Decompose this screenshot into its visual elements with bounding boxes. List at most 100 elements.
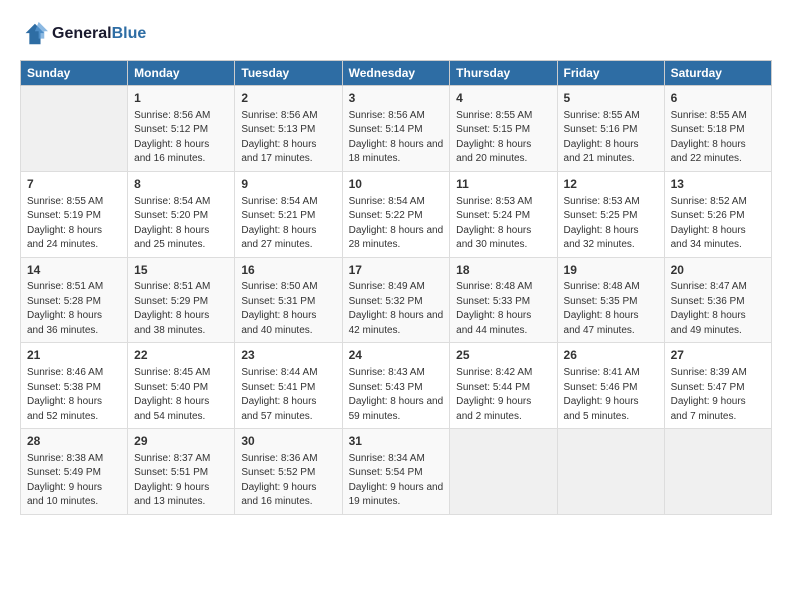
day-info: Sunrise: 8:54 AMSunset: 5:20 PMDaylight:… bbox=[134, 195, 228, 253]
day-number: 30 bbox=[241, 433, 335, 450]
logo-text: GeneralBlue bbox=[52, 25, 146, 43]
calendar-cell: 4 Sunrise: 8:55 AMSunset: 5:15 PMDaylight… bbox=[450, 86, 557, 172]
day-number: 7 bbox=[27, 176, 121, 193]
header: GeneralBlue bbox=[20, 20, 772, 48]
day-number: 13 bbox=[671, 176, 765, 193]
day-info: Sunrise: 8:54 AMSunset: 5:22 PMDaylight:… bbox=[349, 195, 444, 253]
day-info: Sunrise: 8:54 AMSunset: 5:21 PMDaylight:… bbox=[241, 195, 335, 253]
day-info: Sunrise: 8:47 AMSunset: 5:36 PMDaylight:… bbox=[671, 280, 765, 338]
day-info: Sunrise: 8:50 AMSunset: 5:31 PMDaylight:… bbox=[241, 280, 335, 338]
calendar-cell: 20Sunrise: 8:47 AMSunset: 5:36 PMDayligh… bbox=[664, 257, 771, 343]
calendar-cell: 14Sunrise: 8:51 AMSunset: 5:28 PMDayligh… bbox=[21, 257, 128, 343]
day-info: Sunrise: 8:46 AMSunset: 5:38 PMDaylight:… bbox=[27, 366, 121, 424]
calendar-cell bbox=[557, 429, 664, 515]
calendar-cell: 31 Sunrise: 8:34 AMSunset: 5:54 PMDayligh… bbox=[342, 429, 450, 515]
day-number: 15 bbox=[134, 262, 228, 279]
day-info: Sunrise: 8:48 AMSunset: 5:35 PMDaylight:… bbox=[564, 280, 658, 338]
day-number: 6 bbox=[671, 90, 765, 107]
calendar-cell: 11 Sunrise: 8:53 AMSunset: 5:24 PMDayligh… bbox=[450, 171, 557, 257]
calendar-cell: 13 Sunrise: 8:52 AMSunset: 5:26 PMDayligh… bbox=[664, 171, 771, 257]
calendar-cell: 21 Sunrise: 8:46 AMSunset: 5:38 PMDayligh… bbox=[21, 343, 128, 429]
header-row: SundayMondayTuesdayWednesdayThursdayFrid… bbox=[21, 61, 772, 86]
calendar-cell: 25 Sunrise: 8:42 AMSunset: 5:44 PMDayligh… bbox=[450, 343, 557, 429]
day-info: Sunrise: 8:51 AMSunset: 5:29 PMDaylight:… bbox=[134, 280, 228, 338]
day-info: Sunrise: 8:49 AMSunset: 5:32 PMDaylight:… bbox=[349, 280, 444, 338]
calendar-cell: 1 Sunrise: 8:56 AMSunset: 5:12 PMDaylight… bbox=[128, 86, 235, 172]
day-number: 29 bbox=[134, 433, 228, 450]
calendar-cell: 7 Sunrise: 8:55 AMSunset: 5:19 PMDaylight… bbox=[21, 171, 128, 257]
day-number: 16 bbox=[241, 262, 335, 279]
day-number: 11 bbox=[456, 176, 550, 193]
calendar-cell: 18Sunrise: 8:48 AMSunset: 5:33 PMDayligh… bbox=[450, 257, 557, 343]
week-row-2: 7 Sunrise: 8:55 AMSunset: 5:19 PMDaylight… bbox=[21, 171, 772, 257]
calendar-cell: 28 Sunrise: 8:38 AMSunset: 5:49 PMDayligh… bbox=[21, 429, 128, 515]
day-info: Sunrise: 8:55 AMSunset: 5:15 PMDaylight:… bbox=[456, 109, 550, 167]
day-info: Sunrise: 8:38 AMSunset: 5:49 PMDaylight:… bbox=[27, 452, 121, 510]
column-header-tuesday: Tuesday bbox=[235, 61, 342, 86]
day-number: 3 bbox=[349, 90, 444, 107]
week-row-4: 21 Sunrise: 8:46 AMSunset: 5:38 PMDayligh… bbox=[21, 343, 772, 429]
calendar-cell: 27 Sunrise: 8:39 AMSunset: 5:47 PMDayligh… bbox=[664, 343, 771, 429]
day-number: 14 bbox=[27, 262, 121, 279]
day-info: Sunrise: 8:56 AMSunset: 5:13 PMDaylight:… bbox=[241, 109, 335, 167]
calendar-cell bbox=[450, 429, 557, 515]
day-info: Sunrise: 8:55 AMSunset: 5:18 PMDaylight:… bbox=[671, 109, 765, 167]
day-number: 20 bbox=[671, 262, 765, 279]
calendar-table: SundayMondayTuesdayWednesdayThursdayFrid… bbox=[20, 60, 772, 515]
calendar-cell: 19Sunrise: 8:48 AMSunset: 5:35 PMDayligh… bbox=[557, 257, 664, 343]
day-info: Sunrise: 8:43 AMSunset: 5:43 PMDaylight:… bbox=[349, 366, 444, 424]
calendar-cell: 22Sunrise: 8:45 AMSunset: 5:40 PMDayligh… bbox=[128, 343, 235, 429]
week-row-5: 28 Sunrise: 8:38 AMSunset: 5:49 PMDayligh… bbox=[21, 429, 772, 515]
column-header-wednesday: Wednesday bbox=[342, 61, 450, 86]
week-row-1: 1 Sunrise: 8:56 AMSunset: 5:12 PMDaylight… bbox=[21, 86, 772, 172]
day-number: 24 bbox=[349, 347, 444, 364]
day-number: 18 bbox=[456, 262, 550, 279]
day-number: 4 bbox=[456, 90, 550, 107]
day-number: 27 bbox=[671, 347, 765, 364]
day-number: 19 bbox=[564, 262, 658, 279]
day-info: Sunrise: 8:34 AMSunset: 5:54 PMDaylight:… bbox=[349, 452, 444, 510]
calendar-cell: 8 Sunrise: 8:54 AMSunset: 5:20 PMDaylight… bbox=[128, 171, 235, 257]
week-row-3: 14Sunrise: 8:51 AMSunset: 5:28 PMDayligh… bbox=[21, 257, 772, 343]
day-number: 1 bbox=[134, 90, 228, 107]
day-number: 21 bbox=[27, 347, 121, 364]
calendar-cell: 24 Sunrise: 8:43 AMSunset: 5:43 PMDayligh… bbox=[342, 343, 450, 429]
day-info: Sunrise: 8:56 AMSunset: 5:12 PMDaylight:… bbox=[134, 109, 228, 167]
day-info: Sunrise: 8:55 AMSunset: 5:19 PMDaylight:… bbox=[27, 195, 121, 253]
calendar-cell: 6 Sunrise: 8:55 AMSunset: 5:18 PMDaylight… bbox=[664, 86, 771, 172]
day-info: Sunrise: 8:52 AMSunset: 5:26 PMDaylight:… bbox=[671, 195, 765, 253]
calendar-cell: 26 Sunrise: 8:41 AMSunset: 5:46 PMDayligh… bbox=[557, 343, 664, 429]
calendar-cell: 5Sunrise: 8:55 AMSunset: 5:16 PMDaylight… bbox=[557, 86, 664, 172]
day-number: 2 bbox=[241, 90, 335, 107]
column-header-friday: Friday bbox=[557, 61, 664, 86]
day-number: 10 bbox=[349, 176, 444, 193]
day-number: 17 bbox=[349, 262, 444, 279]
column-header-monday: Monday bbox=[128, 61, 235, 86]
day-number: 28 bbox=[27, 433, 121, 450]
day-info: Sunrise: 8:36 AMSunset: 5:52 PMDaylight:… bbox=[241, 452, 335, 510]
logo: GeneralBlue bbox=[20, 20, 146, 48]
day-info: Sunrise: 8:53 AMSunset: 5:24 PMDaylight:… bbox=[456, 195, 550, 253]
day-number: 12 bbox=[564, 176, 658, 193]
day-info: Sunrise: 8:42 AMSunset: 5:44 PMDaylight:… bbox=[456, 366, 550, 424]
day-info: Sunrise: 8:39 AMSunset: 5:47 PMDaylight:… bbox=[671, 366, 765, 424]
day-info: Sunrise: 8:56 AMSunset: 5:14 PMDaylight:… bbox=[349, 109, 444, 167]
day-number: 26 bbox=[564, 347, 658, 364]
calendar-cell: 29 Sunrise: 8:37 AMSunset: 5:51 PMDayligh… bbox=[128, 429, 235, 515]
day-number: 25 bbox=[456, 347, 550, 364]
logo-icon bbox=[20, 20, 48, 48]
day-info: Sunrise: 8:41 AMSunset: 5:46 PMDaylight:… bbox=[564, 366, 658, 424]
day-number: 31 bbox=[349, 433, 444, 450]
day-number: 23 bbox=[241, 347, 335, 364]
column-header-saturday: Saturday bbox=[664, 61, 771, 86]
calendar-cell: 17Sunrise: 8:49 AMSunset: 5:32 PMDayligh… bbox=[342, 257, 450, 343]
calendar-cell: 30 Sunrise: 8:36 AMSunset: 5:52 PMDayligh… bbox=[235, 429, 342, 515]
day-info: Sunrise: 8:44 AMSunset: 5:41 PMDaylight:… bbox=[241, 366, 335, 424]
calendar-cell: 16Sunrise: 8:50 AMSunset: 5:31 PMDayligh… bbox=[235, 257, 342, 343]
day-number: 5 bbox=[564, 90, 658, 107]
calendar-cell bbox=[21, 86, 128, 172]
day-number: 8 bbox=[134, 176, 228, 193]
day-info: Sunrise: 8:37 AMSunset: 5:51 PMDaylight:… bbox=[134, 452, 228, 510]
calendar-cell: 2 Sunrise: 8:56 AMSunset: 5:13 PMDaylight… bbox=[235, 86, 342, 172]
column-header-sunday: Sunday bbox=[21, 61, 128, 86]
